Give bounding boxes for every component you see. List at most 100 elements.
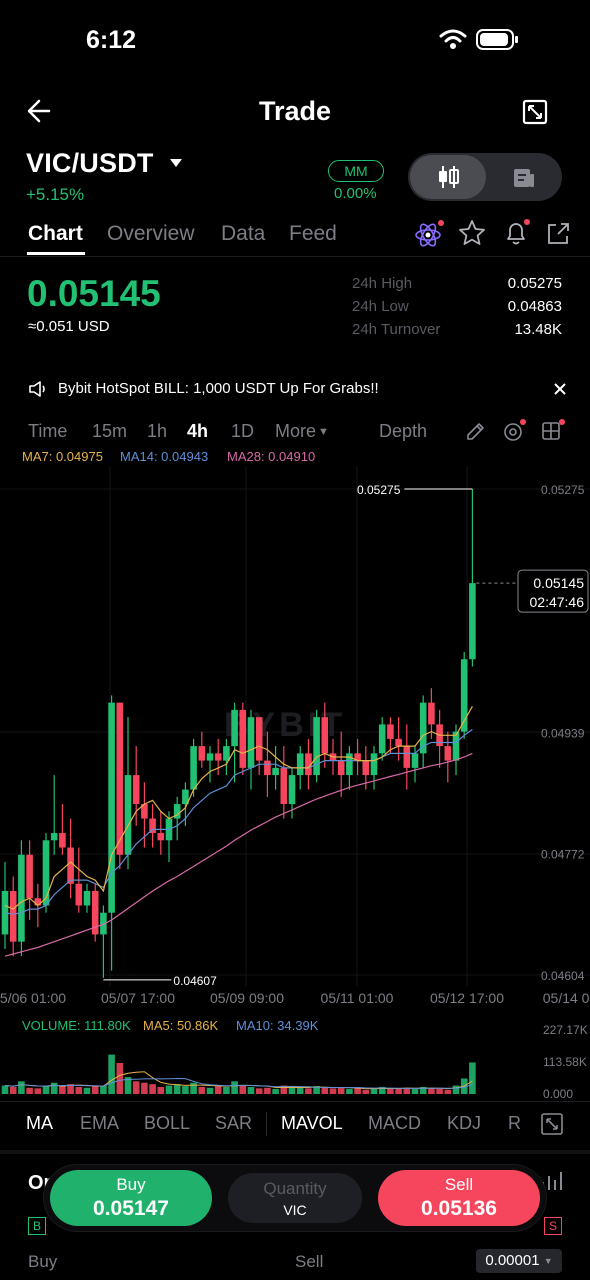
indicator-ma[interactable]: MA	[26, 1113, 53, 1134]
interval-1d[interactable]: 1D	[231, 421, 254, 442]
indicator-kdj[interactable]: KDJ	[447, 1113, 481, 1134]
volume-ma5-line	[4, 1071, 473, 1090]
indicator-mavol[interactable]: MAVOL	[281, 1113, 343, 1134]
expand-icon[interactable]	[540, 1112, 564, 1136]
tab-feed[interactable]: Feed	[289, 222, 337, 246]
volume-bar	[239, 1085, 247, 1094]
volume-bar	[59, 1085, 66, 1094]
price-chart[interactable]: BYBIT 0.052750.049390.047720.04604 5/06 …	[0, 466, 590, 1011]
pair-selector[interactable]: VIC/USDT	[26, 148, 183, 179]
tab-underline	[27, 252, 85, 255]
volume-bar	[288, 1086, 296, 1094]
volume-bar	[198, 1086, 206, 1094]
quantity-unit: VIC	[283, 1202, 307, 1218]
candle-body	[132, 775, 140, 805]
indicator-settings-icon[interactable]	[502, 418, 528, 444]
interval-4h[interactable]: 4h	[187, 421, 208, 442]
volume-chart[interactable]: 227.17K 113.58K 0.000	[0, 1018, 590, 1100]
candle-body	[321, 717, 329, 754]
volume-bar	[149, 1084, 156, 1094]
sell-button[interactable]: Sell 0.05136	[378, 1170, 540, 1226]
announcement-text[interactable]: Bybit HotSpot BILL: 1,000 USDT Up For Gr…	[58, 380, 379, 397]
volume-bar	[444, 1089, 452, 1094]
atom-icon[interactable]	[414, 220, 444, 248]
fullscreen-icon[interactable]	[522, 99, 548, 125]
volume-bar	[436, 1088, 443, 1094]
volume-bar	[296, 1087, 304, 1094]
buy-button[interactable]: Buy 0.05147	[50, 1170, 212, 1226]
x-tick-label: 05/07 17:00	[101, 990, 175, 1006]
indicator-ema[interactable]: EMA	[80, 1113, 119, 1134]
volume-bar	[42, 1086, 50, 1094]
ma28-legend: MA28: 0.04910	[227, 449, 316, 464]
star-icon[interactable]	[458, 219, 486, 247]
bell-icon[interactable]	[502, 218, 532, 248]
mm-badge[interactable]: MM	[328, 160, 384, 182]
volume-bar	[165, 1085, 173, 1094]
candle-body	[231, 709, 238, 747]
tab-overview[interactable]: Overview	[107, 222, 195, 246]
orderbook-buy-label: Buy	[28, 1252, 58, 1271]
volume-bar	[264, 1087, 271, 1094]
layout-grid-icon[interactable]	[540, 418, 566, 444]
indicator-boll[interactable]: BOLL	[144, 1113, 190, 1134]
x-tick-label: 05/11 01:00	[321, 990, 394, 1006]
candle-body	[108, 702, 115, 913]
candle-body	[288, 775, 296, 805]
interval-time[interactable]: Time	[28, 421, 67, 442]
indicator-macd[interactable]: MACD	[368, 1113, 421, 1134]
usd-equivalent: ≈0.051 USD	[28, 318, 110, 335]
depth-button[interactable]: Depth	[379, 421, 427, 442]
volume-bar	[206, 1087, 214, 1094]
pencil-icon[interactable]	[464, 421, 486, 443]
volume-bar	[26, 1087, 33, 1094]
close-icon[interactable]	[553, 382, 567, 396]
caret-down-icon	[170, 159, 183, 167]
volume-bar	[132, 1081, 140, 1094]
indicator-sar[interactable]: SAR	[215, 1113, 252, 1134]
volume-bar	[157, 1086, 165, 1094]
speaker-icon	[29, 381, 45, 397]
candle-body	[50, 833, 58, 841]
candle-body	[296, 753, 304, 776]
stat-value-low: 0.04863	[507, 298, 562, 315]
volume-axis-label: 227.17K	[543, 1023, 588, 1037]
y-tick-label: 0.04772	[541, 847, 585, 861]
volume-bar	[91, 1086, 99, 1094]
volume-bar	[190, 1082, 197, 1094]
candle-body	[247, 717, 255, 768]
volume-bar	[411, 1088, 419, 1094]
buy-button-price: 0.05147	[93, 1197, 169, 1220]
share-icon[interactable]	[544, 220, 572, 248]
price-step-select[interactable]: 0.00001 ▼	[476, 1249, 562, 1273]
interval-15m[interactable]: 15m	[92, 421, 127, 442]
candle-body	[9, 890, 17, 942]
quantity-input[interactable]: Quantity VIC	[228, 1173, 362, 1223]
mm-value: 0.00%	[334, 185, 377, 202]
ma14-line	[4, 729, 473, 915]
interval-1h[interactable]: 1h	[147, 421, 167, 442]
volume-bar	[223, 1086, 230, 1094]
stat-label-turnover: 24h Turnover	[352, 321, 441, 338]
volume-bar	[34, 1088, 42, 1094]
low-marker-label: 0.04607	[173, 974, 217, 988]
interval-more[interactable]: More ▼	[275, 421, 329, 442]
orderbook-sell-label: Sell	[295, 1252, 324, 1271]
quantity-label: Quantity	[263, 1179, 327, 1198]
stat-label-high: 24h High	[352, 275, 413, 292]
indicator-r[interactable]: R	[508, 1113, 521, 1134]
candle-body	[313, 717, 320, 776]
candle-body	[280, 767, 288, 805]
order-form-icon[interactable]	[512, 166, 536, 190]
candle-body	[255, 717, 263, 761]
sell-indicator-badge: S	[544, 1217, 562, 1235]
volume-bar	[329, 1088, 337, 1094]
x-tick-label: 5/06 01:00	[0, 990, 66, 1006]
indicator-separator	[266, 1112, 267, 1136]
candle-body	[411, 753, 419, 768]
tab-chart[interactable]: Chart	[28, 222, 83, 246]
candle-body	[116, 702, 124, 855]
tab-data[interactable]: Data	[221, 222, 265, 246]
sell-button-price: 0.05136	[421, 1197, 497, 1220]
price-step-value: 0.00001	[485, 1252, 540, 1269]
